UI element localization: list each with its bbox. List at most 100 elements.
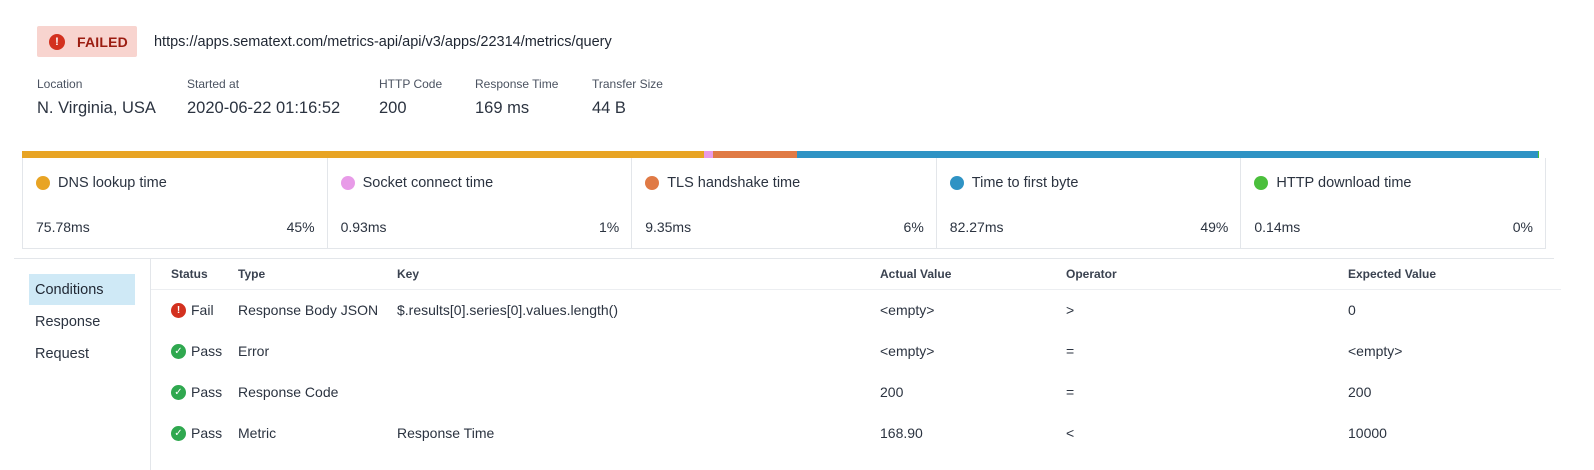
- conditions-table: Status Type Key Actual Value Operator Ex…: [151, 259, 1561, 454]
- operator-cell: =: [1066, 384, 1075, 400]
- phase-card-tls: TLS handshake time 9.35ms 6%: [632, 158, 937, 248]
- table-row: ✓ Pass Metric Response Time 168.90 < 100…: [151, 413, 1561, 454]
- socket-connect-time-segment: [704, 151, 713, 158]
- meta-label: HTTP Code: [379, 77, 443, 91]
- expected-value-cell: <empty>: [1348, 343, 1403, 359]
- expected-value-cell: 0: [1348, 302, 1356, 318]
- meta-http-code: HTTP Code 200: [379, 77, 475, 118]
- meta-label: Response Time: [475, 77, 559, 91]
- meta-response-time: Response Time 169 ms: [475, 77, 592, 118]
- phase-name: Time to first byte: [971, 175, 1079, 191]
- table-header: Status Type Key Actual Value Operator Ex…: [151, 259, 1561, 290]
- expected-value-cell: 200: [1348, 384, 1372, 400]
- meta-label: Transfer Size: [592, 77, 663, 91]
- time-to-first-byte-segment: [796, 151, 1538, 158]
- meta-value: 2020-06-22 01:16:52: [187, 99, 341, 117]
- meta-label: Started at: [187, 77, 240, 91]
- actual-value-cell: <empty>: [880, 343, 935, 359]
- table-row: ✓ Pass Error <empty> = <empty>: [151, 331, 1561, 372]
- timing-breakdown-bar: [22, 151, 1542, 158]
- col-operator: Operator: [1066, 267, 1117, 281]
- table-row: ! Fail Response Body JSON $.results[0].s…: [151, 290, 1561, 331]
- key-cell: Response Time: [397, 425, 495, 441]
- meta-started-at: Started at 2020-06-22 01:16:52: [187, 77, 379, 118]
- phase-name: DNS lookup time: [58, 175, 167, 191]
- status-text: Fail: [191, 302, 214, 318]
- phase-percent: 49%: [1200, 219, 1229, 235]
- error-icon: !: [171, 302, 186, 318]
- tab-conditions[interactable]: Conditions: [29, 274, 135, 305]
- phase-percent: 1%: [598, 219, 620, 235]
- col-expected-value: Expected Value: [1348, 267, 1437, 281]
- meta-label: Location: [37, 77, 83, 91]
- download-legend-dot: [1254, 176, 1269, 190]
- col-type: Type: [238, 267, 266, 281]
- expected-value-cell: 10000: [1348, 425, 1387, 441]
- check-icon: ✓: [171, 425, 186, 441]
- phase-card-socket: Socket connect time 0.93ms 1%: [328, 158, 633, 248]
- meta-transfer-size: Transfer Size 44 B: [592, 77, 702, 118]
- phase-name: TLS handshake time: [667, 175, 801, 191]
- type-cell: Response Body JSON: [238, 302, 379, 318]
- run-header: ! FAILED https://apps.sematext.com/metri…: [37, 26, 612, 57]
- status-cell: ✓ Pass: [171, 343, 222, 359]
- tls-handshake-time-segment: [712, 151, 797, 158]
- col-status: Status: [171, 267, 208, 281]
- status-cell: ! Fail: [171, 302, 214, 318]
- phase-card-ttfb: Time to first byte 82.27ms 49%: [937, 158, 1242, 248]
- run-metadata: Location N. Virginia, USA Started at 202…: [37, 77, 702, 118]
- phase-duration: 82.27ms: [949, 219, 1004, 235]
- phase-duration: 0.93ms: [340, 219, 387, 235]
- detail-tabs: Conditions Response Request: [29, 274, 135, 370]
- actual-value-cell: <empty>: [880, 302, 935, 318]
- type-cell: Error: [238, 343, 270, 359]
- meta-value: 200: [379, 99, 407, 117]
- operator-cell: <: [1066, 425, 1075, 441]
- col-actual-value: Actual Value: [880, 267, 952, 281]
- phase-card-download: HTTP download time 0.14ms 0%: [1241, 158, 1545, 248]
- status-cell: ✓ Pass: [171, 384, 222, 400]
- check-icon: ✓: [171, 384, 186, 400]
- type-cell: Response Code: [238, 384, 339, 400]
- tab-response[interactable]: Response: [29, 306, 135, 337]
- phase-percent: 6%: [903, 219, 924, 235]
- col-key: Key: [397, 267, 420, 281]
- meta-value: 169 ms: [475, 99, 530, 117]
- dns-legend-dot: [36, 176, 50, 190]
- http-download-time-segment: [1537, 151, 1539, 158]
- phase-percent: 0%: [1512, 219, 1533, 235]
- phase-name: Socket connect time: [362, 175, 494, 191]
- socket-legend-dot: [340, 176, 355, 190]
- tls-legend-dot: [645, 176, 660, 190]
- monitor-run-detail: ! FAILED https://apps.sematext.com/metri…: [0, 0, 1594, 470]
- ttfb-legend-dot: [949, 176, 964, 190]
- dns-lookup-time-segment: [22, 151, 705, 158]
- monitor-url[interactable]: https://apps.sematext.com/metrics-api/ap…: [154, 34, 612, 50]
- type-cell: Metric: [238, 425, 277, 441]
- tab-request[interactable]: Request: [29, 338, 135, 369]
- status-text: Pass: [191, 425, 223, 441]
- key-cell: $.results[0].series[0].values.length(): [397, 302, 618, 318]
- error-icon: !: [49, 33, 65, 50]
- status-text: Pass: [191, 343, 223, 359]
- phase-duration: 75.78ms: [36, 219, 90, 235]
- status-label: FAILED: [77, 33, 128, 50]
- actual-value-cell: 168.90: [880, 425, 923, 441]
- phase-card-dns: DNS lookup time 75.78ms 45%: [23, 158, 328, 248]
- phase-percent: 45%: [286, 219, 315, 235]
- actual-value-cell: 200: [880, 384, 904, 400]
- meta-value: 44 B: [592, 99, 626, 117]
- status-badge: ! FAILED: [37, 26, 137, 57]
- phase-duration: 0.14ms: [1254, 219, 1301, 235]
- status-cell: ✓ Pass: [171, 425, 222, 441]
- table-row: ✓ Pass Response Code 200 = 200: [151, 372, 1561, 413]
- timing-phases: DNS lookup time 75.78ms 45% Socket conne…: [22, 158, 1546, 249]
- operator-cell: =: [1066, 343, 1075, 359]
- operator-cell: >: [1066, 302, 1075, 318]
- phase-name: HTTP download time: [1276, 175, 1412, 191]
- status-text: Pass: [191, 384, 223, 400]
- meta-location: Location N. Virginia, USA: [37, 77, 187, 118]
- phase-duration: 9.35ms: [645, 219, 692, 235]
- meta-value: N. Virginia, USA: [37, 99, 156, 117]
- check-icon: ✓: [171, 343, 186, 359]
